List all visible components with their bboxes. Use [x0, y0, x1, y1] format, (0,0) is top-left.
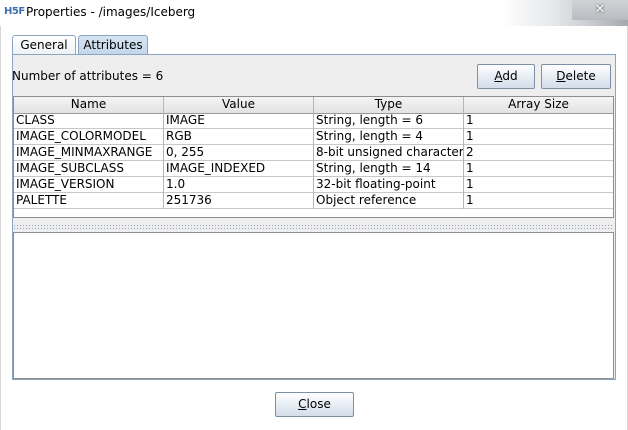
cell-type[interactable]: String, length = 14: [314, 161, 464, 177]
cell-type[interactable]: 32-bit floating-point: [314, 177, 464, 193]
attribute-value-textarea[interactable]: [13, 232, 614, 379]
cell-name[interactable]: IMAGE_MINMAXRANGE: [14, 145, 164, 161]
cell-array-size[interactable]: 1: [464, 193, 613, 209]
tab-general[interactable]: General: [12, 35, 76, 55]
cell-name[interactable]: IMAGE_VERSION: [14, 177, 164, 193]
cell-array-size[interactable]: 1: [464, 161, 613, 177]
window-close-button[interactable]: ✕: [572, 0, 628, 20]
hdf-app-icon: H5F: [4, 6, 25, 17]
cell-array-size[interactable]: 1: [464, 129, 613, 145]
cell-name[interactable]: IMAGE_COLORMODEL: [14, 129, 164, 145]
cell-type[interactable]: String, length = 4: [314, 129, 464, 145]
column-header-name[interactable]: Name: [14, 97, 164, 113]
cell-name[interactable]: PALETTE: [14, 193, 164, 209]
title-bar[interactable]: H5F Properties - /images/Iceberg ✕: [0, 0, 628, 26]
cell-type[interactable]: Object reference: [314, 193, 464, 209]
column-header-type[interactable]: Type: [314, 97, 464, 113]
close-mnemonic: C: [298, 397, 307, 411]
attributes-table[interactable]: Name Value Type Array Size CLASS IMAGE S…: [13, 96, 614, 218]
table-row[interactable]: CLASS IMAGE String, length = 6 1: [14, 113, 613, 129]
cell-value[interactable]: RGB: [164, 129, 314, 145]
table-row[interactable]: IMAGE_MINMAXRANGE 0, 255 8-bit unsigned …: [14, 145, 613, 161]
column-header-array-size[interactable]: Array Size: [464, 97, 613, 113]
properties-dialog: H5F Properties - /images/Iceberg ✕ Gener…: [0, 0, 628, 430]
cell-value[interactable]: IMAGE_INDEXED: [164, 161, 314, 177]
cell-name[interactable]: CLASS: [14, 113, 164, 129]
cell-type[interactable]: String, length = 6: [314, 113, 464, 129]
cell-value[interactable]: IMAGE: [164, 113, 314, 129]
close-icon: ✕: [594, 2, 606, 17]
delete-button[interactable]: Delete: [541, 64, 611, 89]
table-row[interactable]: PALETTE 251736 Object reference 1: [14, 193, 613, 209]
cell-value[interactable]: 251736: [164, 193, 314, 209]
cell-array-size[interactable]: 1: [464, 177, 613, 193]
close-button[interactable]: Close: [275, 392, 354, 417]
table-row[interactable]: IMAGE_VERSION 1.0 32-bit floating-point …: [14, 177, 613, 193]
tab-attributes[interactable]: Attributes: [78, 35, 148, 55]
cell-value[interactable]: 1.0: [164, 177, 314, 193]
split-pane-divider[interactable]: [13, 224, 614, 230]
cell-type[interactable]: 8-bit unsigned character: [314, 145, 464, 161]
add-button[interactable]: Add: [477, 64, 535, 89]
cell-value[interactable]: 0, 255: [164, 145, 314, 161]
table-row[interactable]: IMAGE_SUBCLASS IMAGE_INDEXED String, len…: [14, 161, 613, 177]
table-row[interactable]: IMAGE_COLORMODEL RGB String, length = 4 …: [14, 129, 613, 145]
window-title: Properties - /images/Iceberg: [26, 5, 196, 19]
cell-name[interactable]: IMAGE_SUBCLASS: [14, 161, 164, 177]
column-header-value[interactable]: Value: [164, 97, 314, 113]
cell-array-size[interactable]: 2: [464, 145, 613, 161]
table-header: Name Value Type Array Size: [14, 97, 613, 114]
attribute-count-label: Number of attributes = 6: [12, 69, 164, 83]
delete-mnemonic: D: [556, 69, 566, 83]
cell-array-size[interactable]: 1: [464, 113, 613, 129]
